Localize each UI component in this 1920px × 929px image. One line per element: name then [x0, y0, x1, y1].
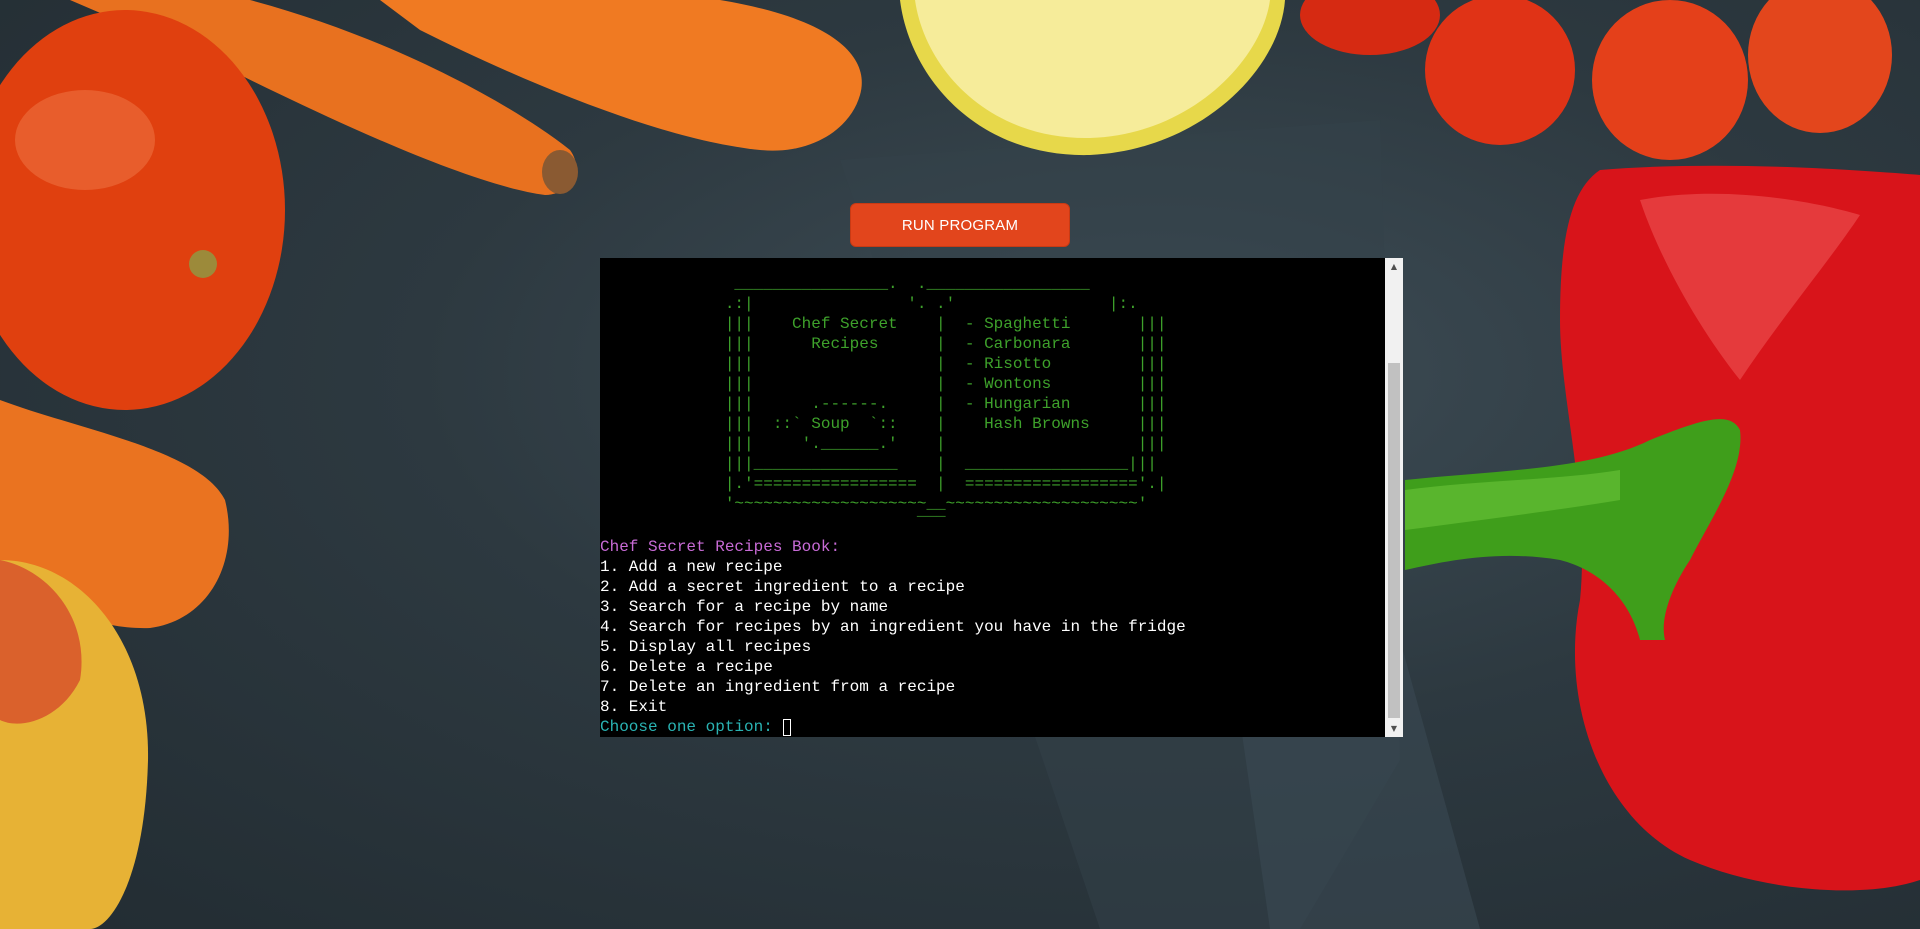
triangle-down-icon[interactable]: ▼ [1385, 720, 1403, 737]
terminal[interactable]: ________________. ._________________ .:|… [600, 258, 1403, 737]
menu-item-exit: 8. Exit [600, 698, 668, 716]
terminal-output[interactable]: ________________. ._________________ .:|… [600, 258, 1385, 737]
triangle-up-icon[interactable]: ▲ [1385, 258, 1403, 275]
menu-item-display-all: 5. Display all recipes [600, 638, 812, 656]
menu-item-delete-ingredient: 7. Delete an ingredient from a recipe [600, 678, 956, 696]
run-program-button[interactable]: RUN PROGRAM [850, 203, 1070, 247]
menu-item-search-by-name: 3. Search for a recipe by name [600, 598, 889, 616]
terminal-scrollbar[interactable]: ▲ ▼ [1385, 258, 1403, 737]
recipe-book-ascii-art: ________________. ._________________ .:|… [724, 275, 1167, 533]
menu-title: Chef Secret Recipes Book: [600, 538, 841, 556]
menu-item-add-secret-ingredient: 2. Add a secret ingredient to a recipe [600, 578, 965, 596]
text-cursor[interactable] [783, 718, 792, 736]
menu-item-add-recipe: 1. Add a new recipe [600, 558, 783, 576]
menu-item-search-by-ingredient: 4. Search for recipes by an ingredient y… [600, 618, 1186, 636]
prompt-text: Choose one option: [600, 718, 783, 736]
prompt-line[interactable]: Choose one option: [600, 717, 1186, 737]
menu: Chef Secret Recipes Book: 1. Add a new r… [600, 537, 1186, 737]
menu-item-delete-recipe: 6. Delete a recipe [600, 658, 773, 676]
scrollbar-thumb[interactable] [1388, 363, 1400, 718]
